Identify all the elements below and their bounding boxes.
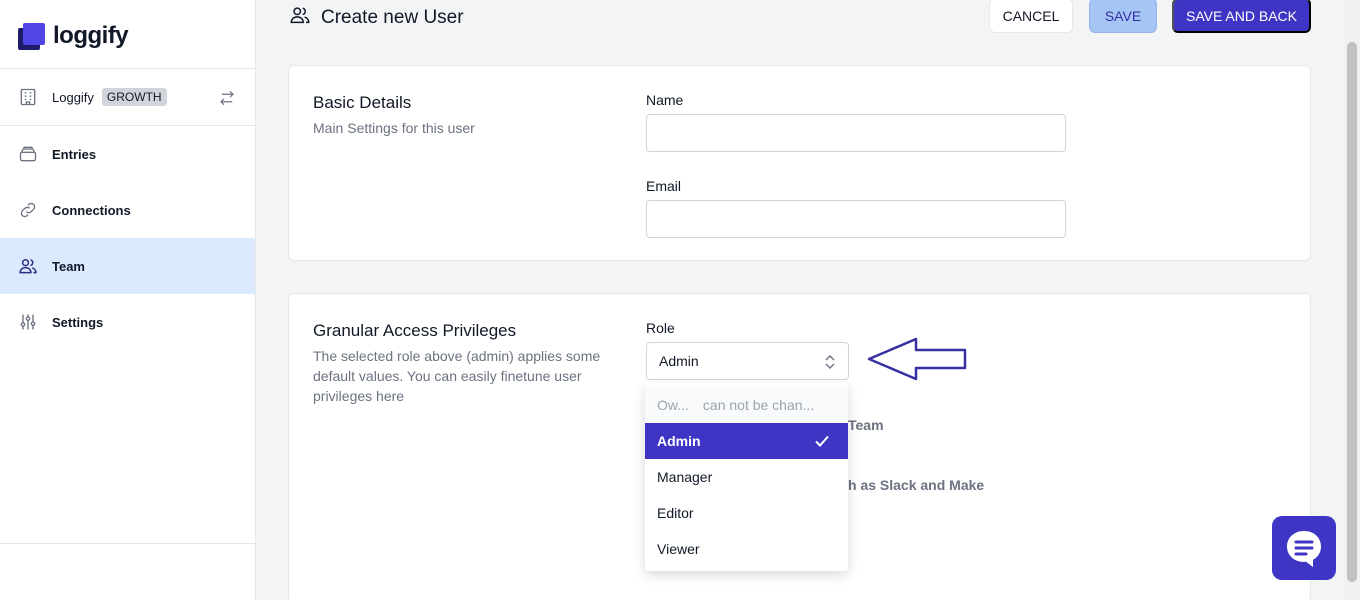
sidebar: loggify Loggify GROWTH Entries Connectio… [0, 0, 256, 600]
name-label: Name [646, 92, 684, 108]
link-icon [18, 200, 38, 220]
role-option-editor[interactable]: Editor [645, 495, 848, 531]
section-title: Basic Details [313, 93, 412, 112]
role-label: Role [646, 320, 675, 336]
page-scrollbar[interactable] [1344, 0, 1360, 600]
plan-badge: GROWTH [101, 88, 167, 106]
sidebar-item-settings[interactable]: Settings [0, 294, 255, 350]
check-icon [814, 433, 830, 452]
users-icon [18, 256, 38, 276]
sidebar-item-entries[interactable]: Entries [0, 126, 255, 182]
sliders-icon [18, 312, 38, 332]
user-icon [289, 4, 311, 32]
sidebar-item-label: Team [52, 258, 85, 274]
role-option-admin[interactable]: Admin [645, 423, 848, 459]
role-select[interactable]: Admin [646, 342, 849, 380]
hidden-privilege-text: Team [848, 417, 884, 433]
annotation-arrow-icon [867, 337, 967, 381]
workspace-switcher[interactable]: Loggify GROWTH [0, 69, 255, 125]
name-input[interactable] [646, 114, 1066, 152]
section-title: Granular Access Privileges [313, 321, 517, 340]
section-description: Main Settings for this user [313, 120, 475, 136]
sidebar-item-label: Entries [52, 146, 97, 162]
chat-bubble-icon [1287, 531, 1321, 567]
tray-icon [18, 144, 38, 164]
email-label: Email [646, 178, 682, 194]
sidebar-item-connections[interactable]: Connections [0, 182, 255, 238]
sidebar-item-label: Settings [52, 314, 104, 330]
sidebar-item-label: Connections [52, 202, 131, 218]
page-title-text: Create new User [321, 7, 464, 28]
page-title: Create new User [289, 4, 464, 32]
app-name: loggify [53, 22, 129, 49]
building-icon [18, 87, 38, 107]
role-option-owner: Ow... can not be chan... [645, 387, 848, 423]
workspace-name: Loggify [52, 89, 94, 105]
section-description: The selected role above (admin) applies … [313, 348, 601, 404]
divider [0, 543, 255, 544]
sidebar-item-team[interactable]: Team [0, 238, 255, 294]
chat-widget-button[interactable] [1272, 516, 1336, 580]
hidden-privilege-text: h as Slack and Make [848, 477, 985, 493]
role-option-manager[interactable]: Manager [645, 459, 848, 495]
logo-icon [18, 22, 45, 50]
role-select-value: Admin [659, 353, 699, 369]
role-dropdown-menu: Ow... can not be chan... Admin Manager E… [645, 383, 848, 571]
email-input[interactable] [646, 200, 1066, 238]
app-logo[interactable]: loggify [18, 22, 129, 50]
role-option-viewer[interactable]: Viewer [645, 531, 848, 567]
scrollbar-thumb[interactable] [1347, 42, 1357, 582]
save-and-back-button[interactable]: SAVE AND BACK [1172, 0, 1311, 33]
save-button[interactable]: SAVE [1089, 0, 1157, 33]
swap-icon[interactable] [218, 89, 236, 110]
cancel-button[interactable]: CANCEL [989, 0, 1073, 33]
basic-details-card: Basic Details Main Settings for this use… [288, 65, 1311, 261]
chevron-up-down-icon [822, 353, 838, 374]
